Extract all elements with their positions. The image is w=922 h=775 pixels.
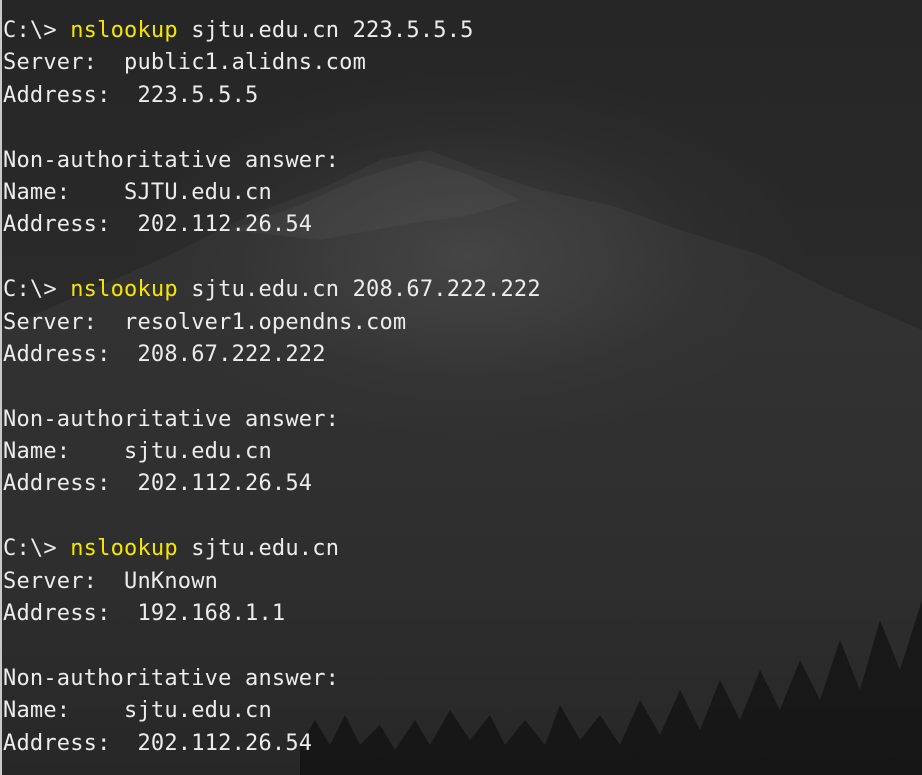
window-left-border: [0, 0, 2, 775]
command-name: nslookup: [70, 18, 178, 43]
output-line: Server: resolver1.opendns.com: [3, 309, 407, 335]
output-line: Name: sjtu.edu.cn: [3, 698, 272, 724]
command-args: sjtu.edu.cn 223.5.5.5: [191, 18, 474, 43]
output-line: Address: 223.5.5.5: [3, 82, 259, 108]
output-line: Address: 202.112.26.54: [3, 212, 313, 238]
output-line: Non-authoritative answer:: [3, 406, 340, 432]
output-line: Non-authoritative answer:: [3, 665, 340, 691]
command-name: nslookup: [70, 277, 178, 303]
prompt: C:\>: [3, 277, 57, 303]
command-line: C:\> nslookup sjtu.edu.cn: [3, 533, 541, 565]
command-line: C:\> nslookup sjtu.edu.cn 208.67.222.222: [3, 274, 541, 306]
command-name: nslookup: [70, 536, 178, 562]
terminal-window[interactable]: C:\> nslookup sjtu.edu.cn 223.5.5.5 Serve…: [0, 0, 922, 775]
output-line: Address: 202.112.26.54: [3, 471, 313, 497]
output-line: Address: 192.168.1.1: [3, 601, 286, 627]
prompt: C:\>: [3, 536, 57, 562]
prompt: C:\>: [3, 18, 57, 43]
output-line: Address: 202.112.26.54: [3, 730, 313, 756]
output-line: Name: SJTU.edu.cn: [3, 179, 272, 205]
command-args: sjtu.edu.cn: [191, 536, 340, 562]
output-line: Non-authoritative answer:: [3, 147, 340, 173]
output-line: Server: UnKnown: [3, 568, 219, 594]
command-line: C:\> nslookup sjtu.edu.cn 223.5.5.5: [3, 15, 541, 47]
command-args: sjtu.edu.cn 208.67.222.222: [191, 277, 541, 303]
output-line: Name: sjtu.edu.cn: [3, 439, 272, 465]
output-line: Server: public1.alidns.com: [3, 50, 367, 76]
terminal-output: C:\> nslookup sjtu.edu.cn 223.5.5.5 Serve…: [3, 15, 541, 760]
output-line: Address: 208.67.222.222: [3, 341, 326, 367]
